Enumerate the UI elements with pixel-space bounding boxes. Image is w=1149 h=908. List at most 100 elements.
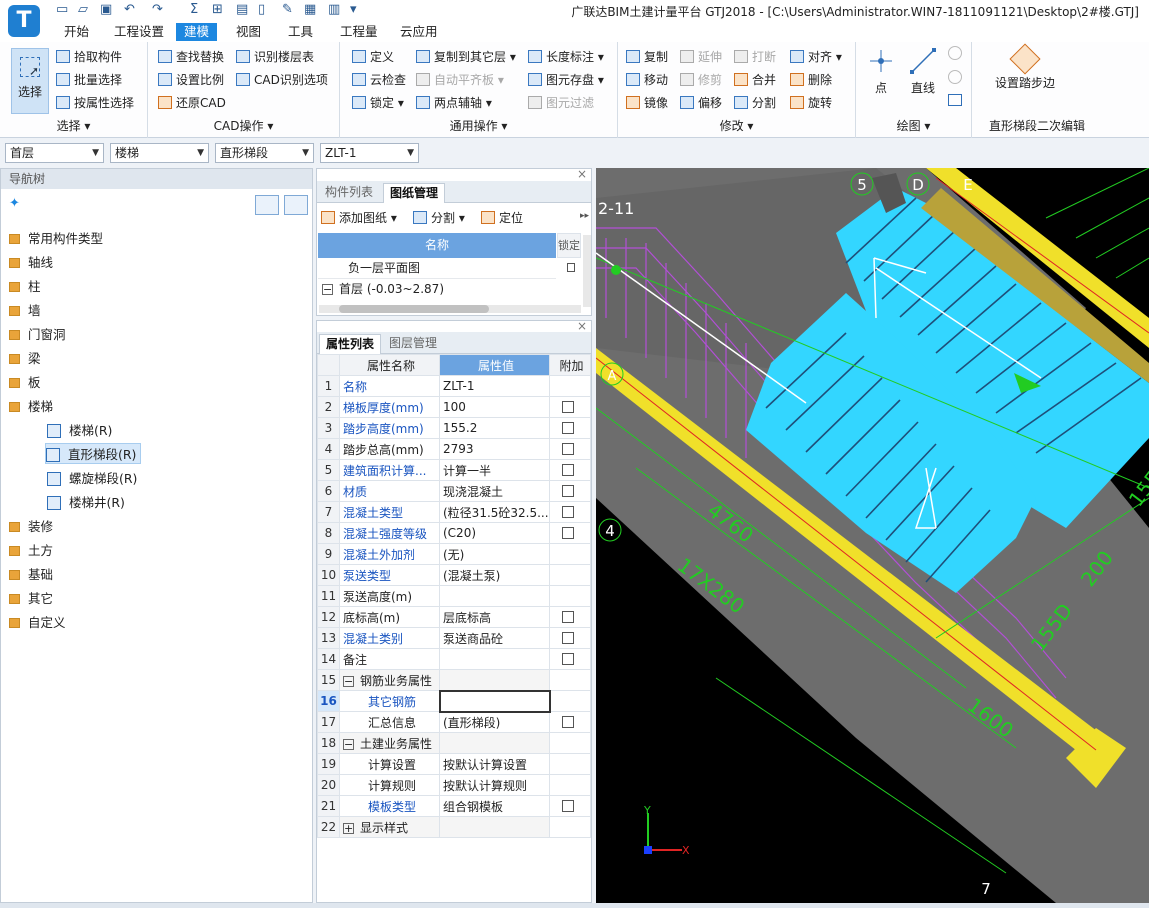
select-group-label[interactable]: 选择 ▾ xyxy=(0,117,147,134)
property-value[interactable] xyxy=(438,689,551,713)
property-row[interactable]: 9 混凝土外加剂 (无) xyxy=(317,543,591,565)
property-value[interactable] xyxy=(439,816,550,838)
app-logo[interactable]: T xyxy=(8,5,40,37)
split-drawing-button[interactable]: 分割 ▾ xyxy=(413,209,465,226)
extra-checkbox[interactable] xyxy=(562,485,574,497)
arc-icon[interactable] xyxy=(948,46,962,60)
line-button[interactable]: 直线 xyxy=(908,46,938,96)
define-button[interactable]: 定义 xyxy=(352,48,394,65)
tab-project-settings[interactable]: 工程设置 xyxy=(106,23,172,41)
extra-checkbox[interactable] xyxy=(562,443,574,455)
tab-cloud[interactable]: 云应用 xyxy=(392,23,446,41)
property-value[interactable] xyxy=(439,732,550,754)
tree-item-wall[interactable]: 墙 xyxy=(9,300,41,319)
length-dimension-button[interactable]: 长度标注 ▾ xyxy=(528,48,604,65)
cad-group-label[interactable]: CAD操作 ▾ xyxy=(148,117,339,134)
extra-checkbox[interactable] xyxy=(562,527,574,539)
rotate-button[interactable]: 旋转 xyxy=(790,94,832,111)
property-row[interactable]: 21 模板类型 组合钢模板 xyxy=(317,795,591,817)
tree-item-stair-r[interactable]: 楼梯(R) xyxy=(47,420,112,439)
tree-item-spiral-flight[interactable]: 螺旋梯段(R) xyxy=(47,468,137,487)
align-button[interactable]: 对齐 ▾ xyxy=(790,48,842,65)
tree-item-beam[interactable]: 梁 xyxy=(9,348,41,367)
property-row[interactable]: 22 + 显示样式 xyxy=(317,816,591,838)
undo-icon[interactable]: ↶ xyxy=(124,2,135,17)
tab-quantities[interactable]: 工程量 xyxy=(332,23,386,41)
property-row[interactable]: 18− 土建业务属性 xyxy=(317,732,591,754)
report-icon[interactable]: ▤ xyxy=(236,2,248,17)
extra-checkbox[interactable] xyxy=(562,716,574,728)
tab-layer-management[interactable]: 图层管理 xyxy=(383,334,443,354)
tree-item-earthwork[interactable]: 土方 xyxy=(9,540,53,559)
select-button[interactable]: ➚ 选择 xyxy=(11,48,49,114)
extra-checkbox[interactable] xyxy=(562,464,574,476)
extra-checkbox[interactable] xyxy=(562,506,574,518)
property-row[interactable]: 1 名称 ZLT-1 xyxy=(317,375,591,397)
sum-icon[interactable]: Σ xyxy=(190,2,198,17)
tree-item-decoration[interactable]: 装修 xyxy=(9,516,53,535)
extra-checkbox[interactable] xyxy=(562,611,574,623)
cloud-check-button[interactable]: 云检查 xyxy=(352,71,406,88)
property-row[interactable]: 19 计算设置 按默认计算设置 xyxy=(317,753,591,775)
tree-item-stairwell[interactable]: 楼梯井(R) xyxy=(47,492,125,511)
tree-item-stair[interactable]: 楼梯 xyxy=(9,396,53,415)
customize-dropdown-icon[interactable]: ▾ xyxy=(350,2,357,17)
expand-icon[interactable]: + xyxy=(343,822,354,834)
tree-item-openings[interactable]: 门窗洞 xyxy=(9,324,66,343)
pen-icon[interactable]: ✎ xyxy=(282,2,293,17)
open-folder-icon[interactable]: ▱ xyxy=(78,2,88,17)
circle-icon[interactable] xyxy=(948,70,962,84)
extra-checkbox[interactable] xyxy=(562,653,574,665)
tab-component-list[interactable]: 构件列表 xyxy=(319,183,379,203)
property-row[interactable]: 20 计算规则 按默认计算规则 xyxy=(317,774,591,796)
property-row[interactable]: 7 混凝土类型 (粒径31.5砼32.5... xyxy=(317,501,591,523)
property-row[interactable]: 4 踏步总高(mm) 2793 xyxy=(317,438,591,460)
component-select[interactable]: ZLT-1 ▼ xyxy=(320,143,419,163)
property-value[interactable]: (C20) xyxy=(439,522,550,544)
property-row[interactable]: 3 踏步高度(mm) 155.2 xyxy=(317,417,591,439)
property-value[interactable]: 泵送商品砼 xyxy=(439,627,550,649)
extra-checkbox[interactable] xyxy=(562,401,574,413)
property-value[interactable] xyxy=(439,669,550,691)
collapse-icon[interactable]: − xyxy=(343,738,354,750)
auto-align-slab-button[interactable]: 自动平齐板 ▾ xyxy=(416,71,504,88)
extra-checkbox[interactable] xyxy=(562,632,574,644)
general-group-label[interactable]: 通用操作 ▾ xyxy=(340,117,617,134)
modify-group-label[interactable]: 修改 ▾ xyxy=(618,117,855,134)
property-row[interactable]: 5 建筑面积计算... 计算一半 xyxy=(317,459,591,481)
pick-component-button[interactable]: 拾取构件 xyxy=(56,48,122,65)
doc-icon[interactable]: ▯ xyxy=(258,2,265,17)
floor-select[interactable]: 首层 ▼ xyxy=(5,143,104,163)
property-value[interactable]: ZLT-1 xyxy=(439,375,550,397)
close-icon[interactable]: × xyxy=(577,167,587,181)
property-row[interactable]: 12 底标高(m) 层底标高 xyxy=(317,606,591,628)
trim-button[interactable]: 修剪 xyxy=(680,71,722,88)
tree-item-axis[interactable]: 轴线 xyxy=(9,252,53,271)
tab-start[interactable]: 开始 xyxy=(56,23,97,41)
horizontal-scrollbar[interactable] xyxy=(319,305,581,313)
property-value[interactable] xyxy=(439,648,550,670)
tree-item-foundation[interactable]: 基础 xyxy=(9,564,53,583)
merge-button[interactable]: 合并 xyxy=(734,71,776,88)
element-filter-button[interactable]: 图元过滤 xyxy=(528,94,594,111)
tree-item-column[interactable]: 柱 xyxy=(9,276,41,295)
lock-icon[interactable] xyxy=(567,263,575,272)
tab-modeling[interactable]: 建模 xyxy=(176,23,218,41)
property-row[interactable]: 6 材质 现浇混凝土 xyxy=(317,480,591,502)
tree-item-custom[interactable]: 自定义 xyxy=(9,612,66,631)
restore-cad-button[interactable]: 还原CAD xyxy=(158,94,226,111)
copy-button[interactable]: 复制 xyxy=(626,48,668,65)
point-button[interactable]: 点 xyxy=(870,46,892,96)
locate-button[interactable]: 定位 xyxy=(481,209,523,226)
vertical-scrollbar[interactable] xyxy=(583,235,591,307)
extra-checkbox[interactable] xyxy=(562,422,574,434)
tree-item-slab[interactable]: 板 xyxy=(9,372,41,391)
mirror-button[interactable]: 镜像 xyxy=(626,94,668,111)
batch-select-button[interactable]: 批量选择 xyxy=(56,71,122,88)
tab-property-list[interactable]: 属性列表 xyxy=(319,334,382,354)
table-icon[interactable]: ▦ xyxy=(304,2,316,17)
copy-to-layer-button[interactable]: 复制到其它层 ▾ xyxy=(416,48,516,65)
property-value[interactable]: 2793 xyxy=(439,438,550,460)
property-value[interactable]: (直形梯段) xyxy=(439,711,550,733)
tree-item-straight-flight[interactable]: 直形梯段(R) xyxy=(45,443,142,464)
